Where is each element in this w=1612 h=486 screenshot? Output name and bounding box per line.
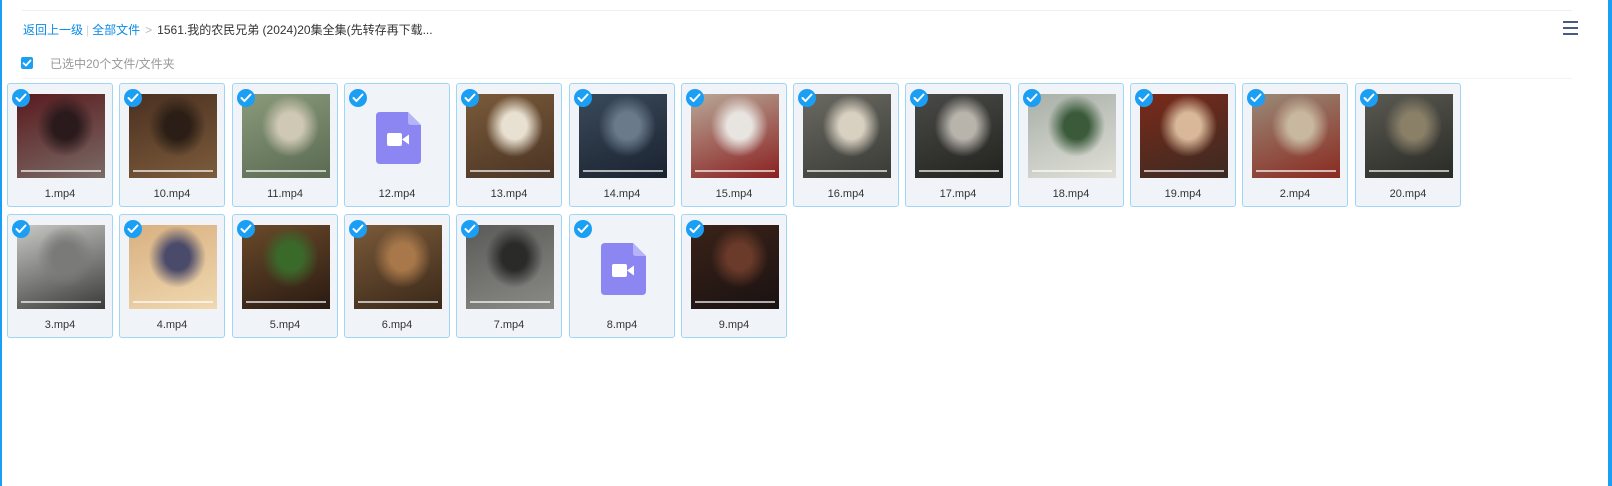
selected-check-icon[interactable] xyxy=(12,220,30,238)
checkmark-icon xyxy=(22,59,32,67)
video-thumbnail xyxy=(17,94,105,178)
file-name: 7.mp4 xyxy=(493,319,525,331)
file-item[interactable]: 14.mp4 xyxy=(569,83,675,207)
select-all-checkbox[interactable] xyxy=(21,57,33,69)
file-name: 16.mp4 xyxy=(827,188,865,200)
file-item[interactable]: 5.mp4 xyxy=(232,214,338,338)
video-thumbnail xyxy=(1140,94,1228,178)
video-thumbnail xyxy=(691,94,779,178)
selected-check-icon[interactable] xyxy=(686,89,704,107)
selected-check-icon[interactable] xyxy=(1360,89,1378,107)
selected-check-icon[interactable] xyxy=(574,220,592,238)
file-item[interactable]: 11.mp4 xyxy=(232,83,338,207)
file-item[interactable]: 20.mp4 xyxy=(1355,83,1461,207)
window-left-border xyxy=(0,0,2,486)
video-file-icon xyxy=(601,243,646,295)
video-thumbnail xyxy=(129,94,217,178)
file-name: 6.mp4 xyxy=(381,319,413,331)
file-item[interactable]: 6.mp4 xyxy=(344,214,450,338)
file-item[interactable]: 18.mp4 xyxy=(1018,83,1124,207)
hamburger-menu-icon[interactable] xyxy=(1563,21,1578,36)
file-name: 18.mp4 xyxy=(1052,188,1090,200)
video-thumbnail xyxy=(1252,94,1340,178)
selected-check-icon[interactable] xyxy=(12,89,30,107)
video-thumbnail xyxy=(466,225,554,309)
selected-check-icon[interactable] xyxy=(349,89,367,107)
selected-check-icon[interactable] xyxy=(461,220,479,238)
file-item[interactable]: 10.mp4 xyxy=(119,83,225,207)
selected-check-icon[interactable] xyxy=(349,220,367,238)
file-name: 1.mp4 xyxy=(44,188,76,200)
current-folder-title: 1561.我的农民兄弟 (2024)20集全集(先转存再下载... xyxy=(157,23,433,37)
selected-check-icon[interactable] xyxy=(1247,89,1265,107)
all-files-link[interactable]: 全部文件 xyxy=(92,23,140,37)
breadcrumb-separator: > xyxy=(145,23,153,37)
file-item[interactable]: 17.mp4 xyxy=(905,83,1011,207)
selected-check-icon[interactable] xyxy=(910,89,928,107)
file-name: 19.mp4 xyxy=(1164,188,1202,200)
breadcrumb: 返回上一级 | 全部文件 >1561.我的农民兄弟 (2024)20集全集(先转存再下… xyxy=(23,21,433,38)
top-divider xyxy=(22,10,1572,11)
file-item[interactable]: 13.mp4 xyxy=(456,83,562,207)
video-thumbnail xyxy=(354,225,442,309)
video-file-icon xyxy=(376,112,421,164)
selected-check-icon[interactable] xyxy=(237,220,255,238)
file-name: 8.mp4 xyxy=(606,319,638,331)
breadcrumb-divider: | xyxy=(86,23,90,37)
file-item[interactable]: 7.mp4 xyxy=(456,214,562,338)
file-item[interactable]: 8.mp4 xyxy=(569,214,675,338)
file-name: 13.mp4 xyxy=(490,188,528,200)
file-name: 20.mp4 xyxy=(1389,188,1427,200)
file-item[interactable]: 15.mp4 xyxy=(681,83,787,207)
video-thumbnail xyxy=(242,94,330,178)
video-thumbnail xyxy=(691,225,779,309)
video-thumbnail xyxy=(1365,94,1453,178)
selected-check-icon[interactable] xyxy=(237,89,255,107)
file-item[interactable]: 12.mp4 xyxy=(344,83,450,207)
file-name: 3.mp4 xyxy=(44,319,76,331)
video-thumbnail xyxy=(579,94,667,178)
file-name: 5.mp4 xyxy=(269,319,301,331)
file-name: 15.mp4 xyxy=(715,188,753,200)
selected-check-icon[interactable] xyxy=(461,89,479,107)
file-name: 11.mp4 xyxy=(267,188,303,200)
file-item[interactable]: 1.mp4 xyxy=(7,83,113,207)
file-name: 9.mp4 xyxy=(718,319,750,331)
selected-check-icon[interactable] xyxy=(1023,89,1041,107)
video-thumbnail xyxy=(17,225,105,309)
video-thumbnail xyxy=(803,94,891,178)
file-item[interactable]: 3.mp4 xyxy=(7,214,113,338)
file-item[interactable]: 4.mp4 xyxy=(119,214,225,338)
selection-count: 已选中20个文件/文件夹 xyxy=(50,57,175,71)
file-item[interactable]: 2.mp4 xyxy=(1242,83,1348,207)
file-name: 12.mp4 xyxy=(378,188,416,200)
video-thumbnail xyxy=(466,94,554,178)
back-link[interactable]: 返回上一级 xyxy=(23,23,83,37)
selected-check-icon[interactable] xyxy=(124,220,142,238)
selected-check-icon[interactable] xyxy=(124,89,142,107)
video-thumbnail xyxy=(242,225,330,309)
selected-check-icon[interactable] xyxy=(686,220,704,238)
file-name: 17.mp4 xyxy=(939,188,977,200)
file-item[interactable]: 9.mp4 xyxy=(681,214,787,338)
header-divider xyxy=(22,78,1572,79)
video-thumbnail xyxy=(915,94,1003,178)
file-name: 2.mp4 xyxy=(1279,188,1311,200)
video-thumbnail xyxy=(129,225,217,309)
file-name: 10.mp4 xyxy=(153,188,191,200)
selected-check-icon[interactable] xyxy=(1135,89,1153,107)
file-name: 14.mp4 xyxy=(603,188,641,200)
video-thumbnail xyxy=(1028,94,1116,178)
file-name: 4.mp4 xyxy=(156,319,188,331)
file-item[interactable]: 16.mp4 xyxy=(793,83,899,207)
window-right-border xyxy=(1608,0,1612,486)
selected-check-icon[interactable] xyxy=(798,89,816,107)
selected-check-icon[interactable] xyxy=(574,89,592,107)
file-item[interactable]: 19.mp4 xyxy=(1130,83,1236,207)
